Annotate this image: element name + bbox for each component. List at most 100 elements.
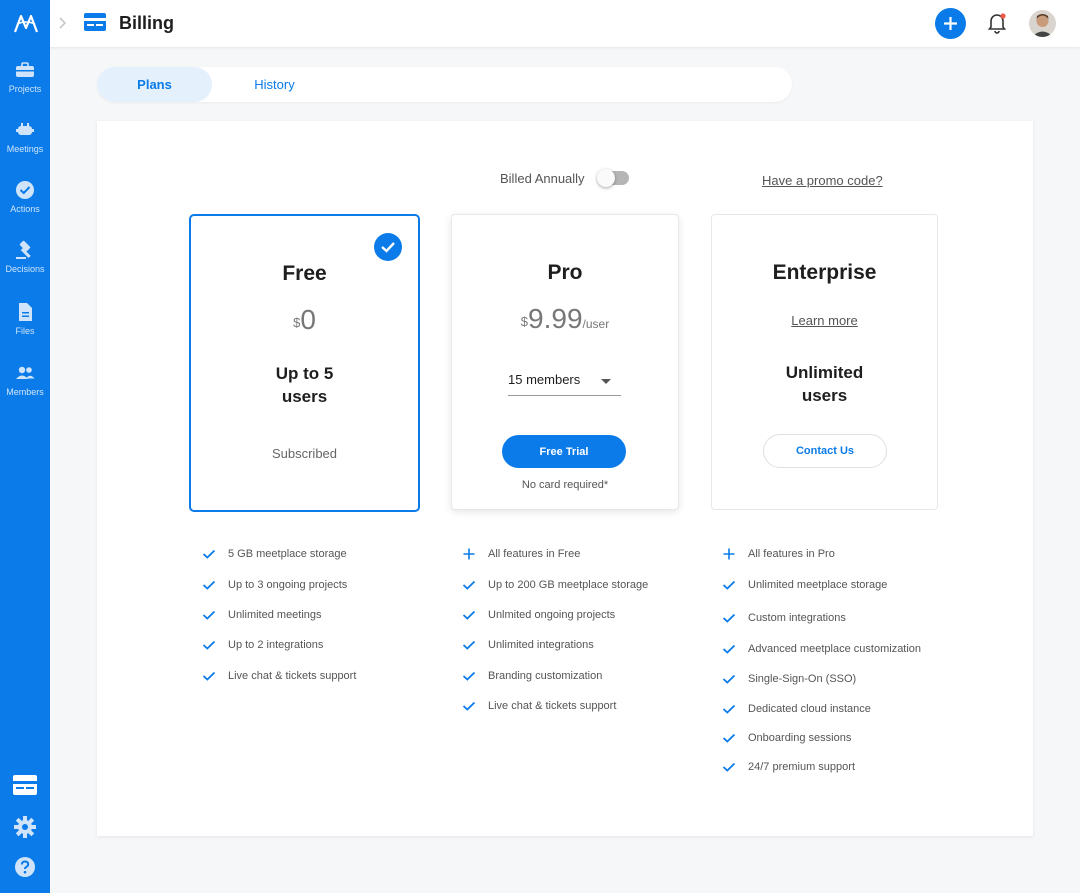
check-icon: [722, 613, 736, 623]
plan-users: Up to 5 users: [191, 362, 418, 408]
feature-text: Custom integrations: [748, 612, 846, 624]
no-card-note: No card required*: [521, 479, 609, 491]
sidebar-item-projects[interactable]: Projects: [0, 60, 50, 94]
sidebar-item-label: Projects: [8, 84, 42, 94]
check-icon: [722, 704, 736, 714]
top-header: Billing: [0, 0, 1080, 47]
plan-users-line2: users: [801, 386, 848, 405]
feature-text: Live chat & tickets support: [228, 670, 357, 682]
feature-text: All features in Free: [488, 548, 581, 560]
billing-icon: [13, 775, 37, 795]
check-icon: [202, 580, 216, 590]
tab-history[interactable]: History: [217, 67, 332, 102]
plan-users-line1: Unlimited: [785, 363, 864, 382]
check-icon: [722, 580, 736, 590]
check-icon: [462, 671, 476, 681]
file-icon: [19, 303, 32, 321]
check-icon: [462, 580, 476, 590]
sidebar-item-billing[interactable]: [0, 775, 50, 801]
plan-price: $9.99/user: [452, 303, 678, 335]
sidebar-item-help[interactable]: [0, 855, 50, 884]
tab-label: Plans: [137, 77, 172, 92]
tab-bar: Plans History: [97, 67, 792, 102]
feature-text: Dedicated cloud instance: [748, 703, 871, 715]
contact-us-button[interactable]: Contact Us: [763, 434, 887, 468]
plan-users-line2: users: [281, 387, 328, 406]
page-title: Billing: [119, 13, 174, 33]
sidebar-item-actions[interactable]: Actions: [0, 180, 50, 214]
free-trial-button[interactable]: Free Trial: [502, 435, 626, 468]
sidebar-item-settings[interactable]: [0, 815, 50, 844]
check-icon: [462, 640, 476, 650]
billed-annually-toggle[interactable]: [597, 169, 629, 187]
plan-name: Pro: [547, 261, 583, 284]
check-circle-icon: [16, 181, 34, 199]
check-icon: [462, 610, 476, 620]
sidebar-item-label: Meetings: [6, 144, 44, 154]
sidebar-item-label: Members: [6, 387, 44, 397]
selected-check-icon: [374, 233, 402, 261]
check-icon: [202, 610, 216, 620]
members-select[interactable]: 15 members: [508, 372, 621, 396]
plan-name: Enterprise: [772, 261, 877, 284]
caret-down-icon: [601, 379, 611, 384]
check-icon: [722, 733, 736, 743]
sidebar-item-label: Actions: [10, 204, 40, 214]
feature-text: Unlimited integrations: [488, 639, 594, 651]
sidebar-item-members[interactable]: Members: [0, 363, 50, 397]
feature-text: Unlimited meetings: [228, 609, 322, 621]
avatar-portrait-icon: [1029, 10, 1056, 37]
plan-status: Subscribed: [271, 446, 338, 461]
check-icon: [722, 644, 736, 654]
feature-text: Onboarding sessions: [748, 732, 852, 744]
feature-text: Unlimited meetplace storage: [748, 579, 888, 591]
feature-text: Up to 200 GB meetplace storage: [488, 579, 649, 591]
check-icon: [722, 762, 736, 772]
tab-plans[interactable]: Plans: [97, 67, 212, 102]
toggle-knob: [597, 169, 615, 187]
sidebar-item-decisions[interactable]: Decisions: [0, 240, 50, 274]
check-icon: [202, 671, 216, 681]
feature-text: Up to 3 ongoing projects: [228, 579, 348, 591]
plan-users-line1: Up to 5: [275, 364, 334, 383]
learn-more-link[interactable]: Learn more: [712, 313, 937, 328]
check-icon: [202, 549, 216, 559]
feature-text: Single-Sign-On (SSO): [748, 673, 857, 685]
plus-icon: [723, 548, 735, 560]
gear-icon: [14, 816, 36, 838]
plus-icon: [463, 548, 475, 560]
meetings-icon: [16, 123, 34, 135]
chevron-right-icon: [59, 17, 67, 29]
price-currency: $: [520, 314, 529, 329]
notifications-bell-icon[interactable]: [987, 12, 1007, 34]
app-logo-icon[interactable]: [12, 10, 40, 38]
plus-icon: [944, 17, 957, 30]
sidebar-item-meetings[interactable]: Meetings: [0, 120, 50, 154]
plan-card-enterprise[interactable]: Enterprise Learn more Unlimited users Con…: [711, 214, 938, 510]
help-icon: [15, 857, 35, 877]
feature-text: Advanced meetplace customization: [748, 643, 922, 655]
members-select-value: 15 members: [508, 372, 581, 387]
feature-text: All features in Pro: [748, 548, 835, 560]
sidebar: Projects Meetings Actions Decisions File…: [0, 0, 50, 893]
sidebar-item-files[interactable]: Files: [0, 302, 50, 336]
check-icon: [722, 674, 736, 684]
feature-text: Up to 2 integrations: [228, 639, 324, 651]
billed-annually-label: Billed Annually: [500, 171, 585, 186]
briefcase-icon: [16, 62, 34, 77]
promo-code-link[interactable]: Have a promo code?: [762, 173, 883, 188]
tab-label: History: [254, 77, 295, 92]
plan-card-pro[interactable]: Pro $9.99/user 15 members Free Trial No …: [451, 214, 679, 510]
sidebar-item-label: Files: [15, 326, 35, 336]
price-amount: 9.99: [528, 303, 583, 334]
plan-name: Free: [282, 262, 327, 285]
plan-price: $0: [191, 304, 418, 336]
check-icon: [462, 701, 476, 711]
add-button[interactable]: [935, 8, 966, 39]
price-amount: 0: [300, 304, 316, 335]
feature-text: Live chat & tickets support: [488, 700, 617, 712]
user-avatar[interactable]: [1029, 10, 1056, 37]
plan-card-free[interactable]: Free $0 Up to 5 users Subscribed: [189, 214, 420, 512]
price-period: /user: [582, 317, 610, 331]
billing-icon: [84, 13, 106, 31]
